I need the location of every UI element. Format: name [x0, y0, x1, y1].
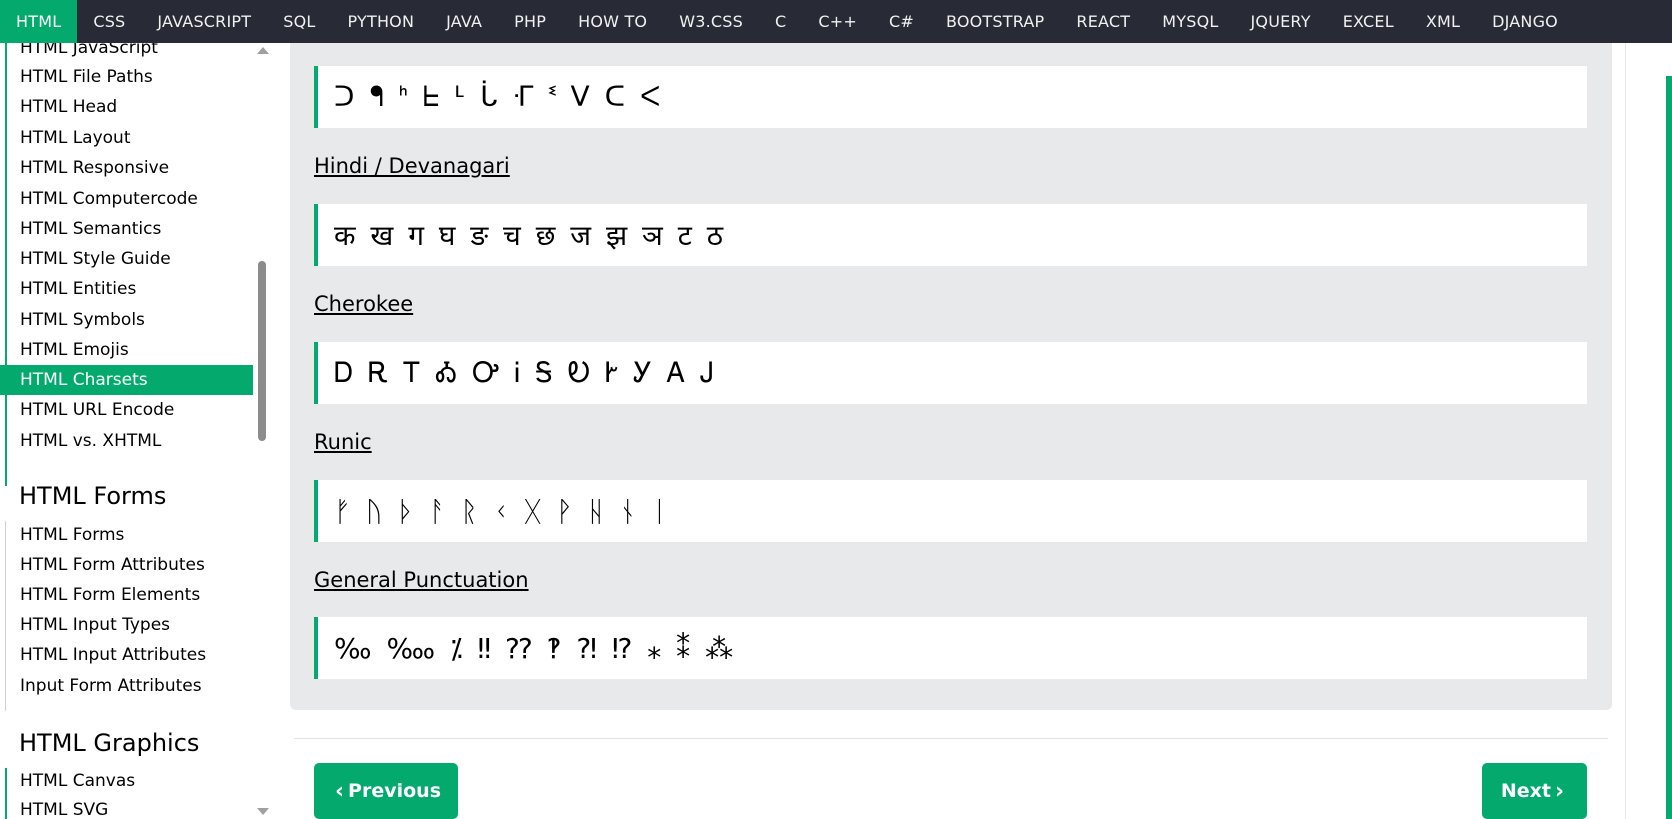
- nav-bootstrap[interactable]: BOOTSTRAP: [930, 0, 1060, 43]
- sidebar-item-html-layout[interactable]: HTML Layout: [0, 123, 253, 153]
- scrollbar-thumb[interactable]: [258, 261, 266, 441]
- nav-react[interactable]: REACT: [1060, 0, 1146, 43]
- sidebar-item-input-form-attributes[interactable]: Input Form Attributes: [0, 671, 253, 701]
- sidebar-item-html-svg[interactable]: HTML SVG: [0, 795, 253, 819]
- next-button[interactable]: Next ›: [1482, 763, 1587, 819]
- sidebar-item-html-computercode[interactable]: HTML Computercode: [0, 184, 253, 214]
- sidebar-item-html-charsets[interactable]: HTML Charsets: [0, 365, 253, 395]
- previous-button-label: Previous: [348, 780, 442, 802]
- sidebar-item-html-symbols[interactable]: HTML Symbols: [0, 305, 253, 335]
- nav-css[interactable]: CSS: [77, 0, 141, 43]
- char-sample-box: क ख ग घ ङ च छ ज झ ञ ट ठ: [314, 204, 1587, 266]
- sidebar-item-html-emojis[interactable]: HTML Emojis: [0, 335, 253, 365]
- section-title-cherokee[interactable]: Cherokee: [314, 292, 413, 316]
- nav-how-to[interactable]: HOW TO: [562, 0, 663, 43]
- right-accent-bar: [1666, 76, 1672, 819]
- sidebar: HTML JavaScript HTML File Paths HTML Hea…: [0, 43, 253, 819]
- sidebar-item-html-file-paths[interactable]: HTML File Paths: [0, 62, 253, 92]
- sidebar-item-html-head[interactable]: HTML Head: [0, 92, 253, 122]
- nav-jquery[interactable]: JQUERY: [1235, 0, 1327, 43]
- sidebar-item-html-javascript[interactable]: HTML JavaScript: [0, 43, 253, 63]
- sidebar-item-html-responsive[interactable]: HTML Responsive: [0, 153, 253, 183]
- nav-csharp[interactable]: C#: [873, 0, 930, 43]
- next-button-label: Next: [1500, 780, 1552, 802]
- sidebar-item-html-vs-xhtml[interactable]: HTML vs. XHTML: [0, 426, 253, 456]
- scroll-up-arrow-icon[interactable]: [257, 47, 269, 54]
- section-title-runic[interactable]: Runic: [314, 430, 372, 454]
- nav-w3css[interactable]: W3.CSS: [663, 0, 759, 43]
- sidebar-heading-forms: HTML Forms: [19, 482, 167, 510]
- sidebar-item-html-url-encode[interactable]: HTML URL Encode: [0, 395, 253, 425]
- nav-excel[interactable]: EXCEL: [1327, 0, 1410, 43]
- nav-javascript[interactable]: JAVASCRIPT: [141, 0, 267, 43]
- sidebar-item-html-input-attributes[interactable]: HTML Input Attributes: [0, 640, 253, 670]
- nav-html[interactable]: HTML: [0, 0, 78, 43]
- sidebar-item-html-forms[interactable]: HTML Forms: [0, 520, 253, 550]
- section-title-general-punctuation[interactable]: General Punctuation: [314, 568, 529, 592]
- nav-python[interactable]: PYTHON: [332, 0, 431, 43]
- nav-c[interactable]: C: [759, 0, 802, 43]
- top-nav: HTML CSS JAVASCRIPT SQL PYTHON JAVA PHP …: [0, 0, 1672, 43]
- chevron-right-icon: ›: [1555, 778, 1565, 804]
- nav-java[interactable]: JAVA: [430, 0, 498, 43]
- right-side-panel: [1625, 43, 1672, 819]
- sidebar-item-html-style-guide[interactable]: HTML Style Guide: [0, 244, 253, 274]
- char-sample-box: Ꭰ Ꭱ Ꭲ Ꭳ Ꭴ Ꭵ Ꭶ Ꭷ Ꭸ Ꭹ Ꭺ Ꭻ: [314, 342, 1587, 404]
- section-title-devanagari[interactable]: Hindi / Devanagari: [314, 154, 510, 178]
- content-divider: [294, 738, 1608, 739]
- sidebar-item-html-entities[interactable]: HTML Entities: [0, 274, 253, 304]
- sidebar-item-html-input-types[interactable]: HTML Input Types: [0, 610, 253, 640]
- nav-django[interactable]: DJANGO: [1476, 0, 1574, 43]
- chevron-left-icon: ‹: [334, 778, 345, 804]
- nav-php[interactable]: PHP: [498, 0, 562, 43]
- char-sample-text: ‰ ‱ ⁒ ‼ ⁇ ‽ ⁈ ⁉ ⁎ ⁑ ⁂: [334, 631, 734, 665]
- nav-xml[interactable]: XML: [1410, 0, 1476, 43]
- nav-cpp[interactable]: C++: [802, 0, 873, 43]
- char-sample-text: ᚠ ᚢ ᚦ ᚨ ᚱ ᚲ ᚷ ᚹ ᚺ ᚾ ᛁ: [334, 494, 668, 528]
- sidebar-item-html-form-attributes[interactable]: HTML Form Attributes: [0, 550, 253, 580]
- sidebar-item-html-semantics[interactable]: HTML Semantics: [0, 214, 253, 244]
- previous-button[interactable]: ‹ Previous: [314, 763, 458, 819]
- char-sample-box: ᑐ ᖳ ᑋ ᖶ ᒻ ᒑ ᒮ ᓫ ᐯ ᑕ ᐸ: [314, 66, 1587, 128]
- scroll-down-arrow-icon[interactable]: [257, 808, 269, 815]
- char-sample-text: Ꭰ Ꭱ Ꭲ Ꭳ Ꭴ Ꭵ Ꭶ Ꭷ Ꭸ Ꭹ Ꭺ Ꭻ: [334, 356, 714, 389]
- sidebar-item-html-form-elements[interactable]: HTML Form Elements: [0, 580, 253, 610]
- char-sample-text: क ख ग घ ङ च छ ज झ ञ ट ठ: [334, 219, 723, 252]
- nav-mysql[interactable]: MYSQL: [1146, 0, 1234, 43]
- char-sample-text: ᑐ ᖳ ᑋ ᖶ ᒻ ᒑ ᒮ ᓫ ᐯ ᑕ ᐸ: [334, 80, 661, 113]
- nav-sql[interactable]: SQL: [267, 0, 331, 43]
- char-sample-box: ᚠ ᚢ ᚦ ᚨ ᚱ ᚲ ᚷ ᚹ ᚺ ᚾ ᛁ: [314, 480, 1587, 542]
- sidebar-item-html-canvas[interactable]: HTML Canvas: [0, 766, 253, 796]
- char-sample-box: ‰ ‱ ⁒ ‼ ⁇ ‽ ⁈ ⁉ ⁎ ⁑ ⁂: [314, 617, 1587, 679]
- sidebar-heading-graphics: HTML Graphics: [19, 729, 200, 757]
- sidebar-scrollbar[interactable]: [253, 43, 270, 819]
